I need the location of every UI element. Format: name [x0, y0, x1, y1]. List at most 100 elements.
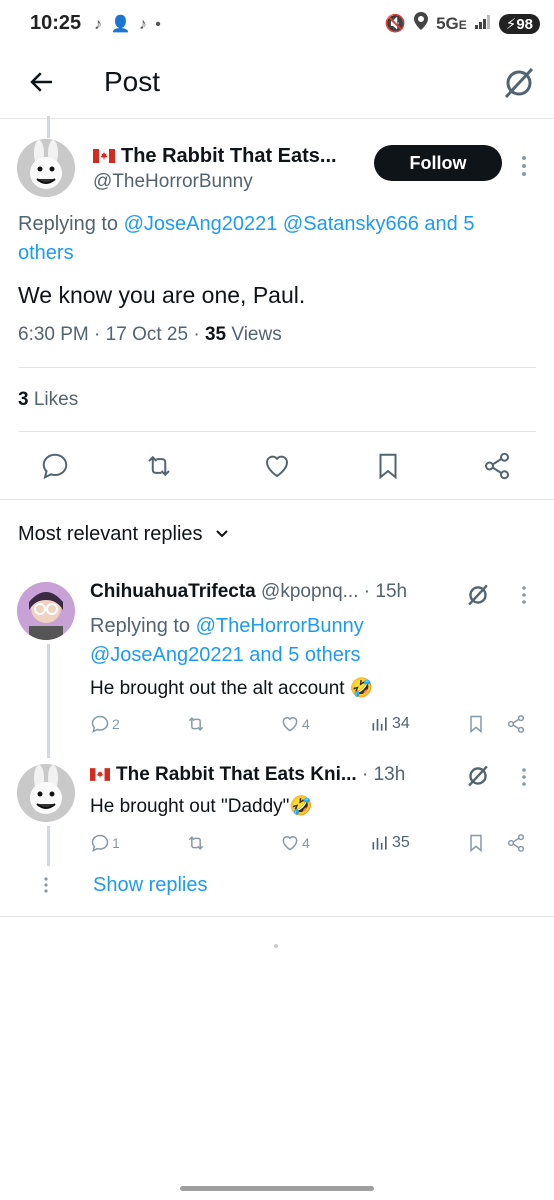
rabbit-avatar-icon — [17, 139, 75, 197]
divider — [0, 916, 554, 917]
divider — [0, 499, 554, 500]
follow-button[interactable]: Follow — [374, 145, 502, 181]
views-label: Views — [231, 324, 282, 345]
laughing-emoji-icon: 🤣 — [289, 796, 314, 817]
views-button[interactable]: 35 — [370, 833, 410, 853]
comment-icon — [91, 834, 109, 852]
avatar[interactable] — [17, 582, 75, 640]
tiktok-icon: ♪ — [94, 16, 104, 33]
post-date: 17 Oct 25 — [105, 324, 189, 345]
add-user-icon: 👤 — [110, 16, 133, 33]
repost-icon — [148, 455, 170, 477]
user-avatar-icon — [17, 582, 75, 640]
mention-link[interactable]: @JoseAng20221 @Satansky666 and 5 — [124, 213, 475, 235]
tiktok-icon: ♪ — [138, 16, 149, 33]
grok-button[interactable] — [500, 64, 538, 102]
mute-icon: 🔇 — [384, 13, 407, 33]
dot-icon: • — [155, 16, 163, 33]
more-options-button[interactable] — [516, 155, 532, 177]
avatar[interactable] — [17, 764, 75, 822]
reply-author-handle[interactable]: @kpopnq... — [261, 581, 358, 602]
reply-text: He brought out the alt account 🤣 — [90, 678, 374, 699]
bookmark-icon — [470, 715, 482, 734]
thread-line — [47, 644, 50, 758]
canada-flag-icon — [90, 768, 110, 781]
bookmark-button[interactable] — [466, 833, 486, 858]
rabbit-avatar-icon — [17, 764, 75, 822]
more-options-button[interactable] — [518, 767, 530, 792]
chevron-down-icon — [216, 530, 228, 538]
show-replies-link[interactable]: Show replies — [93, 874, 208, 897]
like-button[interactable]: 4 — [280, 833, 310, 853]
heart-icon — [265, 455, 289, 478]
like-button[interactable]: 4 — [280, 714, 310, 734]
likes-summary[interactable]: 3 Likes — [18, 389, 78, 411]
share-icon — [507, 834, 525, 852]
post-author-handle[interactable]: @TheHorrorBunny — [93, 171, 253, 193]
grok-button[interactable] — [465, 582, 491, 613]
more-vertical-icon — [522, 586, 526, 604]
repost-icon — [188, 836, 204, 850]
avatar[interactable] — [17, 139, 75, 197]
back-button[interactable] — [24, 64, 60, 100]
likes-label: Likes — [33, 389, 79, 410]
like-button[interactable] — [262, 451, 292, 486]
repost-button[interactable] — [144, 451, 174, 486]
more-options-button[interactable] — [518, 585, 530, 610]
reply-author-name[interactable]: The Rabbit That Eats Kni... — [116, 764, 357, 785]
more-vertical-icon — [44, 877, 48, 893]
views-button[interactable]: 34 — [370, 714, 410, 734]
mention-link[interactable]: others — [18, 242, 74, 264]
thread-line — [47, 116, 50, 138]
loading-dot — [274, 944, 278, 948]
share-button[interactable] — [482, 451, 512, 486]
likes-count: 3 — [18, 389, 29, 410]
share-button[interactable] — [506, 833, 526, 858]
share-icon — [485, 452, 509, 480]
bookmark-button[interactable] — [466, 714, 486, 739]
post-meta: 6:30 PM · 17 Oct 25 · 35 Views — [18, 324, 282, 345]
bar-chart-icon — [372, 717, 387, 731]
grok-button[interactable] — [465, 763, 491, 794]
reply-time: 13h — [373, 764, 406, 785]
grok-icon — [468, 765, 488, 787]
reply-author-name[interactable]: ChihuahuaTrifecta — [90, 581, 256, 602]
page-title: Post — [104, 66, 161, 97]
reply-text: He brought out "Daddy"🤣 — [90, 796, 314, 817]
divider — [18, 367, 536, 368]
post-author-name[interactable]: The Rabbit That Eats... — [93, 145, 337, 168]
reply-header: ChihuahuaTrifecta @kpopnq... · 15h — [90, 581, 408, 602]
header-divider — [0, 118, 554, 119]
replying-to: Replying to @TheHorrorBunny @JoseAng2022… — [90, 615, 364, 666]
bookmark-icon — [470, 834, 482, 853]
laughing-emoji-icon: 🤣 — [349, 678, 374, 699]
sort-dropdown[interactable]: Most relevant replies — [18, 523, 230, 546]
views-count: 35 — [204, 324, 227, 345]
bookmark-icon — [379, 453, 397, 480]
grok-icon — [468, 584, 488, 606]
battery-indicator: ⚡98 — [498, 13, 540, 34]
thread-line — [47, 826, 50, 866]
repost-button[interactable] — [186, 714, 206, 734]
repost-button[interactable] — [186, 833, 206, 853]
status-right: 🔇 5GE ⚡98 — [385, 12, 540, 35]
divider — [18, 431, 536, 432]
mention-link[interactable]: @TheHorrorBunny — [196, 615, 364, 637]
comment-icon — [91, 715, 109, 733]
signal-icon — [474, 14, 491, 34]
arrow-left-icon — [30, 72, 52, 92]
bookmark-button[interactable] — [373, 451, 403, 486]
share-icon — [507, 715, 525, 733]
grok-icon — [504, 67, 534, 99]
share-button[interactable] — [506, 714, 526, 739]
mention-link[interactable]: @JoseAng20221 and 5 others — [90, 644, 361, 666]
reply-button[interactable] — [40, 451, 70, 486]
home-indicator[interactable] — [180, 1186, 374, 1191]
location-icon — [414, 12, 429, 35]
reply-button[interactable]: 1 — [90, 833, 120, 853]
notification-icons: ♪ 👤 ♪ • — [94, 14, 163, 34]
bar-chart-icon — [372, 836, 387, 850]
reply-time: 15h — [375, 581, 408, 602]
network-type: 5GE — [436, 13, 467, 33]
reply-button[interactable]: 2 — [90, 714, 120, 734]
